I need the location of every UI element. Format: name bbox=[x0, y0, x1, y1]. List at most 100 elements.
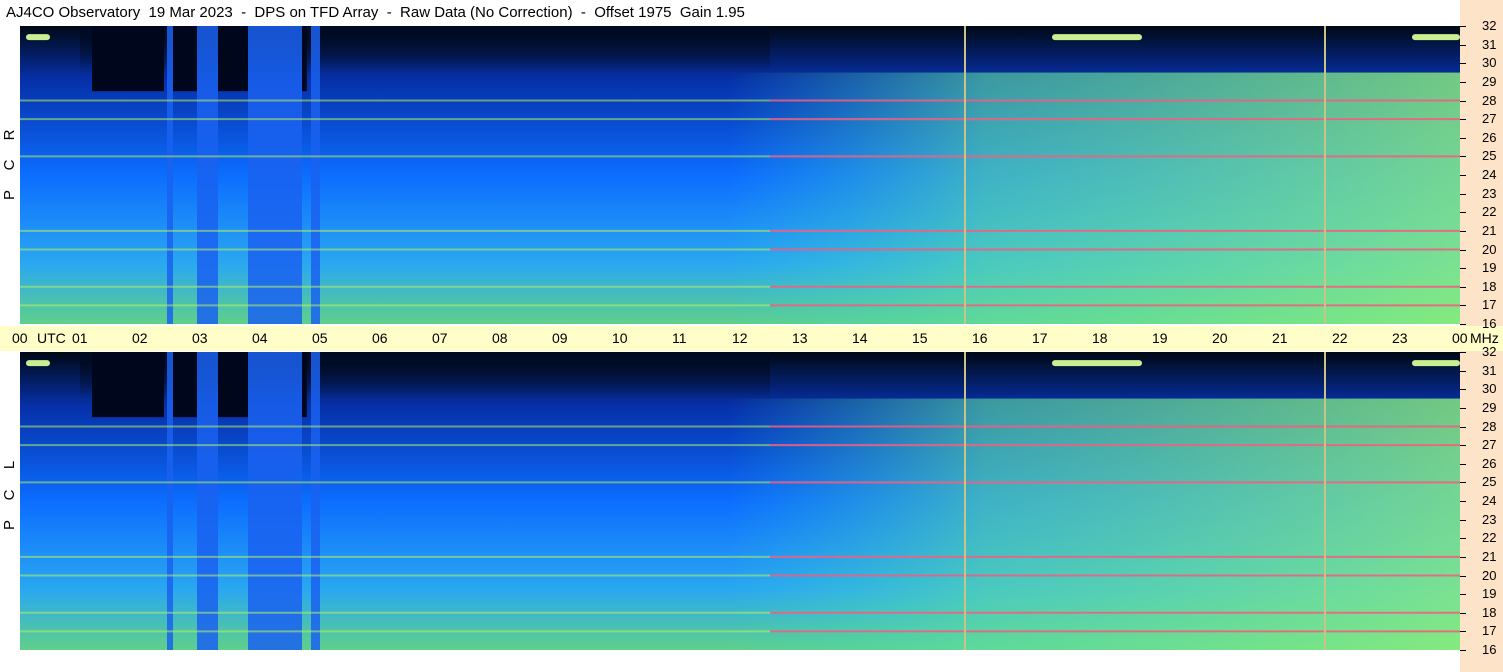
band-hot-4 bbox=[770, 481, 1460, 484]
mhz-tick-mark bbox=[1460, 137, 1466, 139]
rcp-label: R C P bbox=[1, 120, 18, 210]
mhz-tick-label-25: 25 bbox=[1482, 148, 1497, 164]
mhz-tick-mark bbox=[1460, 463, 1466, 465]
quiet-block-2 bbox=[218, 26, 248, 92]
mhz-tick-label-24: 24 bbox=[1482, 493, 1497, 508]
mhz-tick-label-31: 31 bbox=[1482, 36, 1497, 52]
mhz-tick-label-25: 25 bbox=[1482, 474, 1497, 490]
mhz-tick-mark bbox=[1460, 538, 1466, 540]
mhz-tick-label-21: 21 bbox=[1482, 548, 1497, 564]
mhz-tick-label-28: 28 bbox=[1482, 418, 1497, 434]
lcp-label-letter-1: L bbox=[1, 460, 18, 470]
mhz-tick-label-18: 18 bbox=[1482, 278, 1497, 294]
utc-tick-03: 03 bbox=[192, 330, 208, 346]
utc-tick-20: 20 bbox=[1212, 330, 1228, 346]
utc-tick-06: 06 bbox=[372, 330, 388, 346]
mhz-tick-mark bbox=[1460, 249, 1466, 251]
mhz-tick-label-32: 32 bbox=[1482, 18, 1497, 33]
mhz-tick-label-23: 23 bbox=[1482, 511, 1497, 527]
utc-tick-09: 09 bbox=[552, 330, 568, 346]
mhz-tick-mark bbox=[1460, 389, 1466, 391]
utc-tick-07: 07 bbox=[432, 330, 448, 346]
utc-tick-02: 02 bbox=[132, 330, 148, 346]
mhz-tick-mark bbox=[1460, 575, 1466, 577]
utc-tick-10: 10 bbox=[612, 330, 628, 346]
quiet-block-0 bbox=[92, 26, 164, 92]
band-hot-4 bbox=[770, 155, 1460, 158]
mhz-tick-label-16: 16 bbox=[1482, 316, 1497, 331]
utc-tick-16: 16 bbox=[972, 330, 988, 346]
mhz-tick-mark bbox=[1460, 631, 1466, 633]
elevated-block-2 bbox=[248, 352, 302, 650]
band-hot-2 bbox=[770, 574, 1460, 577]
mhz-tick-mark bbox=[1460, 482, 1466, 484]
utc-tick-15: 15 bbox=[912, 330, 928, 346]
rcp-label-letter-3: P bbox=[1, 190, 18, 201]
utc-tick-21: 21 bbox=[1272, 330, 1288, 346]
elevated-block-0 bbox=[167, 352, 173, 650]
utc-tick-19: 19 bbox=[1152, 330, 1168, 346]
mhz-tick-label-29: 29 bbox=[1482, 399, 1497, 415]
utc-tick-01: 01 bbox=[72, 330, 88, 346]
quiet-block-1 bbox=[173, 352, 197, 418]
band-hot-1 bbox=[770, 611, 1460, 614]
elevated-block-2 bbox=[248, 26, 302, 324]
mhz-tick-mark bbox=[1460, 519, 1466, 521]
mhz-tick-label-27: 27 bbox=[1482, 111, 1497, 127]
lcp-label: L C P bbox=[1, 450, 18, 540]
hot-segment-0 bbox=[26, 360, 50, 367]
lcp-label-letter-2: C bbox=[1, 489, 18, 501]
lcp-spectrogram bbox=[20, 352, 1460, 650]
mhz-tick-mark bbox=[1460, 44, 1466, 46]
hot-segment-1 bbox=[1052, 360, 1142, 367]
band-hot-2 bbox=[770, 248, 1460, 251]
utc-tick-14: 14 bbox=[852, 330, 868, 346]
mhz-tick-mark bbox=[1460, 230, 1466, 232]
mhz-tick-mark bbox=[1460, 156, 1466, 158]
mhz-tick-mark bbox=[1460, 445, 1466, 447]
elevated-block-1 bbox=[197, 26, 218, 324]
quiet-block-3 bbox=[302, 352, 307, 418]
lcp-label-letter-3: P bbox=[1, 520, 18, 531]
vertical-marker-0 bbox=[964, 352, 966, 650]
mhz-tick-label-26: 26 bbox=[1482, 129, 1497, 145]
mhz-tick-label-20: 20 bbox=[1482, 567, 1497, 583]
utc-tick-23: 23 bbox=[1392, 330, 1408, 346]
mhz-tick-mark bbox=[1460, 650, 1466, 651]
mhz-tick-mark bbox=[1460, 81, 1466, 83]
rcp-label-letter-2: C bbox=[1, 159, 18, 171]
vertical-marker-1 bbox=[1324, 352, 1326, 650]
mhz-tick-mark bbox=[1460, 286, 1466, 288]
mhz-tick-label-29: 29 bbox=[1482, 73, 1497, 89]
mhz-tick-label-31: 31 bbox=[1482, 362, 1497, 378]
mhz-tick-mark bbox=[1460, 501, 1466, 502]
quiet-block-3 bbox=[302, 26, 307, 92]
mhz-tick-label-20: 20 bbox=[1482, 241, 1497, 257]
band-hot-5 bbox=[770, 118, 1460, 121]
utc-tick-00: 00 bbox=[1452, 330, 1468, 346]
mhz-tick-mark bbox=[1460, 594, 1466, 596]
mhz-tick-mark bbox=[1460, 212, 1466, 214]
mhz-tick-mark bbox=[1460, 26, 1466, 27]
mhz-tick-label-18: 18 bbox=[1482, 604, 1497, 620]
utc-tick-00: 00 bbox=[12, 330, 28, 346]
hot-segment-1 bbox=[1052, 34, 1142, 41]
mhz-tick-label-27: 27 bbox=[1482, 437, 1497, 453]
elevated-block-3 bbox=[311, 352, 320, 650]
utc-tick-11: 11 bbox=[672, 330, 687, 346]
mhz-tick-mark bbox=[1460, 175, 1466, 176]
mhz-tick-label-30: 30 bbox=[1482, 55, 1497, 71]
utc-tick-05: 05 bbox=[312, 330, 328, 346]
elevated-block-3 bbox=[311, 26, 320, 324]
rcp-label-letter-1: R bbox=[1, 129, 18, 141]
band-hot-0 bbox=[770, 304, 1460, 307]
mhz-tick-mark bbox=[1460, 324, 1466, 325]
mhz-tick-label-30: 30 bbox=[1482, 381, 1497, 397]
utc-tick-12: 12 bbox=[732, 330, 748, 346]
mhz-tick-label-22: 22 bbox=[1482, 530, 1497, 546]
band-hot-3 bbox=[770, 229, 1460, 232]
mhz-tick-label-19: 19 bbox=[1482, 586, 1497, 602]
quiet-block-1 bbox=[173, 26, 197, 92]
mhz-tick-mark bbox=[1460, 193, 1466, 195]
quiet-block-2 bbox=[218, 352, 248, 418]
